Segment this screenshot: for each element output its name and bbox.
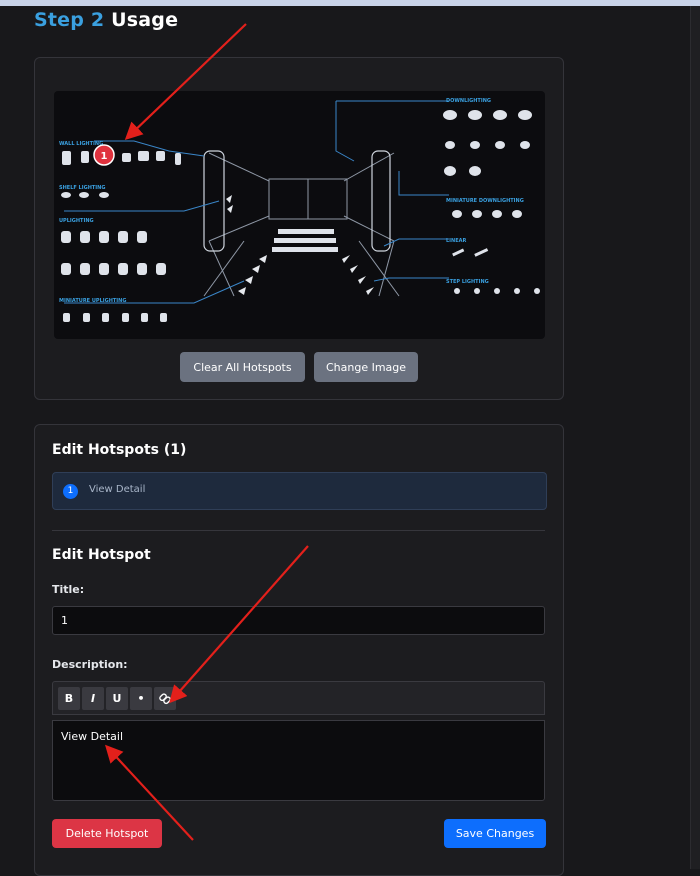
steps (272, 229, 338, 252)
change-image-button[interactable]: Change Image (314, 352, 418, 382)
hotspot-marker-label: 1 (101, 151, 108, 162)
columns (203, 150, 391, 252)
step-number: Step 2 (34, 9, 105, 31)
cone-lights (226, 195, 374, 295)
label-step-lighting: STEP LIGHTING (446, 279, 489, 285)
clear-all-hotspots-button[interactable]: Clear All Hotspots (180, 352, 305, 382)
title-input[interactable]: 1 (52, 606, 545, 635)
edit-hotspots-heading: Edit Hotspots (1) (52, 442, 187, 458)
bullet-list-button[interactable]: • (130, 687, 152, 710)
label-miniature-downlighting: MINIATURE DOWNLIGHTING (446, 198, 524, 204)
lighting-diagram: WALL LIGHTING SHELF LIGHTING UPLIGHTING … (59, 98, 540, 322)
step-title-text: Usage (111, 9, 179, 31)
label-downlighting: DOWNLIGHTING (446, 98, 491, 104)
editor-toolbar: B I U • (52, 681, 545, 715)
delete-hotspot-button[interactable]: Delete Hotspot (52, 819, 162, 848)
description-label: Description: (52, 658, 128, 671)
label-miniature-uplighting: MINIATURE UPLIGHTING (59, 298, 126, 304)
description-editor[interactable]: View Detail (52, 720, 545, 801)
image-card: WALL LIGHTING SHELF LIGHTING UPLIGHTING … (34, 57, 564, 400)
product-icons (61, 110, 540, 322)
link-icon (159, 693, 171, 705)
scrollbar[interactable] (690, 6, 700, 869)
page-title: Step 2 Usage (34, 9, 178, 31)
corridor-lines (203, 152, 400, 297)
hotspot-list-item[interactable]: 1 View Detail (52, 472, 547, 510)
hotspot-item-label: View Detail (89, 484, 146, 495)
title-label: Title: (52, 583, 85, 596)
browser-top-bar (0, 0, 700, 6)
label-wall-lighting: WALL LIGHTING (59, 141, 103, 147)
hotspot-marker[interactable]: 1 (93, 144, 115, 166)
label-uplighting: UPLIGHTING (59, 218, 94, 224)
label-shelf-lighting: SHELF LIGHTING (59, 185, 105, 191)
bold-button[interactable]: B (58, 687, 80, 710)
label-linear: LINEAR (446, 238, 467, 244)
underline-button[interactable]: U (106, 687, 128, 710)
save-changes-button[interactable]: Save Changes (444, 819, 546, 848)
hotspot-image[interactable]: WALL LIGHTING SHELF LIGHTING UPLIGHTING … (54, 91, 545, 339)
edit-hotspots-card: Edit Hotspots (1) 1 View Detail Edit Hot… (34, 424, 564, 876)
divider (52, 530, 545, 531)
italic-button[interactable]: I (82, 687, 104, 710)
edit-hotspot-heading: Edit Hotspot (52, 547, 151, 563)
link-button[interactable] (154, 687, 176, 710)
hotspot-badge: 1 (63, 484, 78, 499)
